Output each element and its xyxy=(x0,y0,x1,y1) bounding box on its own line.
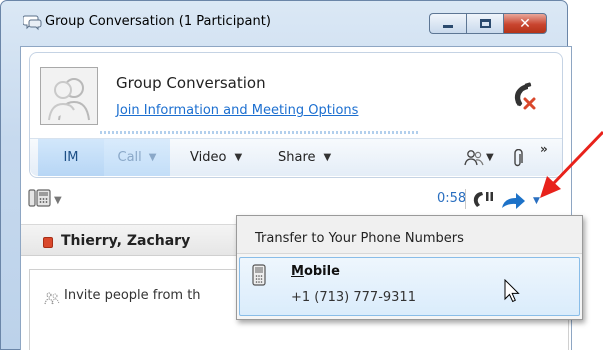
title-bar[interactable]: Group Conversation (1 Participant) ✕ xyxy=(1,1,567,35)
tab-call-label: Call xyxy=(117,150,142,165)
people-options-icon[interactable] xyxy=(464,149,484,171)
invite-people-icon xyxy=(44,290,60,310)
phone-number: +1 (713) 777-9311 xyxy=(291,290,416,305)
invite-people-text[interactable]: Invite people from th xyxy=(64,288,201,303)
chevron-down-icon[interactable]: ▼ xyxy=(533,196,540,206)
transfer-menu: Transfer to Your Phone Numbers Mobile +1… xyxy=(236,215,583,320)
hold-icon[interactable] xyxy=(472,189,494,215)
chevron-down-icon[interactable]: ▼ xyxy=(486,152,494,163)
call-controls-row: ▼ 0:58 ▼ xyxy=(21,185,573,215)
group-avatar-icon xyxy=(41,68,97,124)
transfer-icon xyxy=(502,193,525,209)
tab-video-label: Video xyxy=(190,150,227,165)
transfer-menu-heading: Transfer to Your Phone Numbers xyxy=(237,216,582,254)
presence-indicator xyxy=(43,237,53,248)
label-rest: obile xyxy=(303,264,340,279)
header-separator xyxy=(100,131,420,134)
window-controls: ✕ xyxy=(429,13,547,35)
divider xyxy=(465,189,466,209)
transfer-menu-item-label: Mobile xyxy=(291,264,340,279)
hangup-icon[interactable] xyxy=(508,81,538,115)
window-title: Group Conversation (1 Participant) xyxy=(45,14,271,29)
minimize-icon xyxy=(443,25,453,28)
phone-device-icon[interactable] xyxy=(28,187,52,213)
minimize-button[interactable] xyxy=(429,13,466,34)
close-icon: ✕ xyxy=(519,15,531,32)
conversation-header: Group Conversation Join Information and … xyxy=(29,52,563,178)
tab-video[interactable]: Video ▼ xyxy=(190,139,242,176)
maximize-icon xyxy=(479,19,491,28)
tab-im-label: IM xyxy=(63,150,79,165)
tab-call: Call ▼ xyxy=(104,139,170,176)
conversation-app-icon xyxy=(22,13,43,31)
participant-name: Thierry, Zachary xyxy=(61,233,191,249)
call-timer: 0:58 xyxy=(437,191,467,206)
mobile-phone-icon xyxy=(252,264,266,290)
transfer-menu-item-mobile[interactable]: Mobile +1 (713) 777-9311 xyxy=(239,257,580,316)
access-key: M xyxy=(291,264,304,279)
conversation-name: Group Conversation xyxy=(116,74,266,92)
transfer-button[interactable] xyxy=(498,187,538,213)
tab-share[interactable]: Share ▼ xyxy=(278,139,331,176)
paperclip-icon[interactable] xyxy=(512,148,524,173)
tab-share-label: Share xyxy=(278,150,316,165)
modality-toolbar: IM Call ▼ Video ▼ Share ▼ ▼ » xyxy=(30,138,562,176)
more-options-button[interactable]: » xyxy=(540,142,548,156)
close-button[interactable]: ✕ xyxy=(503,13,547,34)
chevron-down-icon: ▼ xyxy=(148,152,157,163)
chevron-down-icon[interactable]: ▼ xyxy=(54,195,62,206)
maximize-button[interactable] xyxy=(466,13,503,34)
join-information-link[interactable]: Join Information and Meeting Options xyxy=(116,103,358,118)
avatar xyxy=(40,67,98,125)
chevron-down-icon: ▼ xyxy=(323,152,332,163)
chevron-down-icon: ▼ xyxy=(234,152,243,163)
mouse-cursor-icon xyxy=(504,278,520,307)
tab-im[interactable]: IM xyxy=(38,139,104,176)
